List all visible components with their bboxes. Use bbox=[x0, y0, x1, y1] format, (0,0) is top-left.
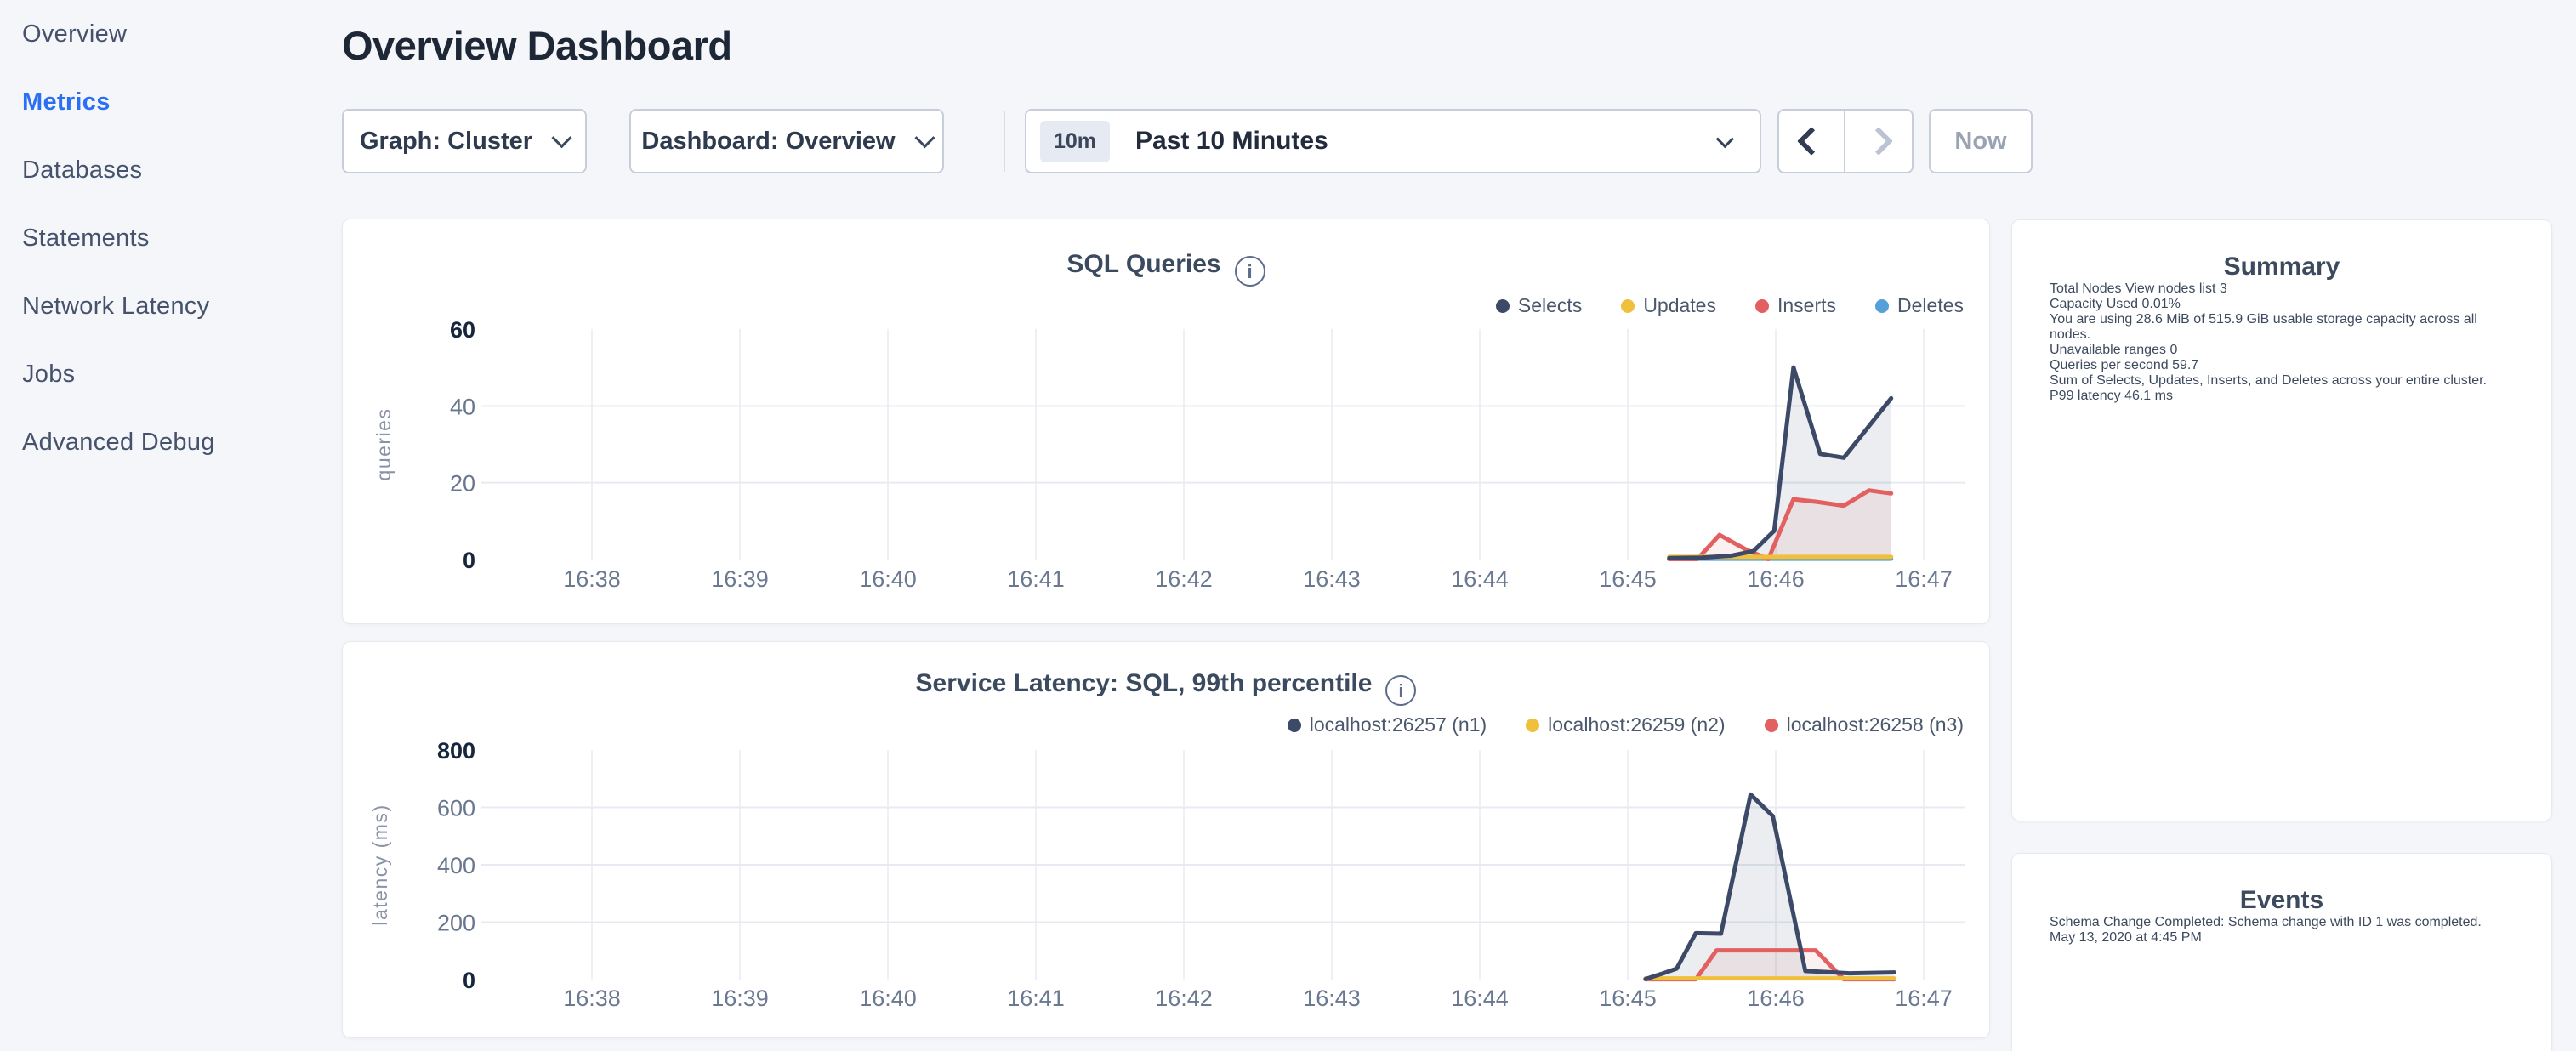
p99-latency-value: 46.1 ms bbox=[2124, 389, 2173, 403]
time-window-selector[interactable]: 10m Past 10 Minutes bbox=[1025, 109, 1761, 173]
toolbar-divider bbox=[1004, 111, 1005, 172]
svg-text:40: 40 bbox=[450, 394, 475, 419]
summary-panel: Summary Total Nodes View nodes list 3 Ca… bbox=[2011, 219, 2552, 821]
queries-per-second-description: Sum of Selects, Updates, Inserts, and De… bbox=[2050, 373, 2514, 389]
total-nodes-label: Total Nodes bbox=[2050, 281, 2122, 296]
svg-text:16:41: 16:41 bbox=[1007, 986, 1065, 1011]
svg-text:60: 60 bbox=[450, 317, 475, 343]
svg-text:queries: queries bbox=[372, 408, 395, 481]
graph-dropdown-label: Graph: Cluster bbox=[360, 128, 532, 156]
next-time-button[interactable] bbox=[1845, 111, 1912, 172]
summary-title: Summary bbox=[2050, 253, 2514, 281]
chevron-down-icon bbox=[1716, 130, 1734, 148]
time-window-badge: 10m bbox=[1040, 121, 1110, 162]
capacity-used-label: Capacity Used bbox=[2050, 297, 2138, 311]
view-nodes-list-link[interactable]: View nodes list bbox=[2125, 281, 2215, 296]
svg-text:16:43: 16:43 bbox=[1303, 566, 1361, 592]
time-step-buttons bbox=[1777, 109, 1914, 173]
summary-row-total-nodes: Total Nodes View nodes list 3 bbox=[2050, 281, 2514, 297]
svg-text:16:39: 16:39 bbox=[711, 986, 769, 1011]
summary-row-p99-latency: P99 latency 46.1 ms bbox=[2050, 389, 2514, 404]
summary-row-capacity-used: Capacity Used 0.01% bbox=[2050, 297, 2514, 312]
svg-text:16:42: 16:42 bbox=[1155, 566, 1213, 592]
svg-text:16:46: 16:46 bbox=[1747, 986, 1805, 1011]
svg-text:16:47: 16:47 bbox=[1895, 986, 1953, 1011]
svg-text:20: 20 bbox=[450, 471, 475, 497]
now-button[interactable]: Now bbox=[1929, 109, 2033, 173]
p99-latency-label: P99 latency bbox=[2050, 389, 2121, 403]
events-panel: Events Schema Change Completed: Schema c… bbox=[2011, 853, 2552, 1051]
svg-text:16:38: 16:38 bbox=[563, 986, 621, 1011]
event-message[interactable]: Schema Change Completed: Schema change w… bbox=[2050, 915, 2514, 930]
service-latency-chart-card: Service Latency: SQL, 99th percentilei l… bbox=[342, 641, 1990, 1038]
svg-text:16:47: 16:47 bbox=[1895, 566, 1953, 592]
svg-text:16:41: 16:41 bbox=[1007, 566, 1065, 592]
queries-per-second-label: Queries per second bbox=[2050, 358, 2169, 372]
time-window-label: Past 10 Minutes bbox=[1135, 127, 1716, 156]
events-title: Events bbox=[2050, 886, 2514, 915]
svg-text:16:39: 16:39 bbox=[711, 566, 769, 592]
svg-text:16:42: 16:42 bbox=[1155, 986, 1213, 1011]
capacity-used-value: 0.01% bbox=[2142, 297, 2181, 311]
sidebar: Overview Metrics Databases Statements Ne… bbox=[0, 0, 340, 476]
sidebar-item-statements[interactable]: Statements bbox=[0, 204, 340, 272]
svg-text:16:44: 16:44 bbox=[1451, 986, 1509, 1011]
service-latency-chart[interactable]: 16:38 16:39 16:40 16:41 16:42 16:43 16:44 16:45… bbox=[343, 642, 1991, 1039]
sql-queries-chart[interactable]: 16:38 16:39 16:40 16:41 16:42 16:43 16:44 16:45… bbox=[343, 219, 1991, 625]
svg-text:latency (ms): latency (ms) bbox=[369, 804, 391, 925]
summary-row-queries-per-second: Queries per second 59.7 bbox=[2050, 358, 2514, 373]
summary-row-unavailable-ranges: Unavailable ranges 0 bbox=[2050, 343, 2514, 358]
chevron-left-icon bbox=[1797, 127, 1826, 156]
unavailable-ranges-label: Unavailable ranges bbox=[2050, 343, 2166, 357]
svg-text:16:43: 16:43 bbox=[1303, 986, 1361, 1011]
sidebar-item-metrics[interactable]: Metrics bbox=[0, 68, 340, 136]
svg-text:400: 400 bbox=[437, 853, 475, 878]
total-nodes-value: 3 bbox=[2220, 281, 2227, 296]
sidebar-item-overview[interactable]: Overview bbox=[0, 0, 340, 68]
svg-text:16:46: 16:46 bbox=[1747, 566, 1805, 592]
graph-dropdown[interactable]: Graph: Cluster bbox=[342, 109, 587, 173]
dashboard-dropdown[interactable]: Dashboard: Overview bbox=[629, 109, 944, 173]
svg-text:16:45: 16:45 bbox=[1599, 986, 1657, 1011]
sidebar-item-jobs[interactable]: Jobs bbox=[0, 340, 340, 408]
svg-text:0: 0 bbox=[463, 968, 475, 993]
svg-text:600: 600 bbox=[437, 796, 475, 821]
sidebar-item-advanced-debug[interactable]: Advanced Debug bbox=[0, 408, 340, 476]
dashboard-dropdown-label: Dashboard: Overview bbox=[641, 128, 895, 156]
svg-text:16:40: 16:40 bbox=[859, 986, 917, 1011]
svg-text:800: 800 bbox=[437, 738, 475, 764]
svg-text:16:44: 16:44 bbox=[1451, 566, 1509, 592]
unavailable-ranges-value: 0 bbox=[2169, 343, 2177, 357]
sidebar-item-network-latency[interactable]: Network Latency bbox=[0, 272, 340, 340]
sidebar-item-databases[interactable]: Databases bbox=[0, 136, 340, 204]
event-timestamp: May 13, 2020 at 4:45 PM bbox=[2050, 930, 2514, 946]
chevron-down-icon bbox=[914, 128, 935, 148]
capacity-used-description: You are using 28.6 MiB of 515.9 GiB usab… bbox=[2050, 312, 2514, 343]
page-title: Overview Dashboard bbox=[342, 22, 732, 69]
svg-text:0: 0 bbox=[463, 548, 475, 573]
svg-text:200: 200 bbox=[437, 911, 475, 936]
svg-text:16:45: 16:45 bbox=[1599, 566, 1657, 592]
queries-per-second-value: 59.7 bbox=[2172, 358, 2198, 372]
chevron-right-icon bbox=[1864, 127, 1893, 156]
svg-text:16:40: 16:40 bbox=[859, 566, 917, 592]
sql-queries-chart-card: SQL Queriesi SelectsUpdatesInsertsDelete… bbox=[342, 219, 1990, 624]
previous-time-button[interactable] bbox=[1779, 111, 1845, 172]
svg-text:16:38: 16:38 bbox=[563, 566, 621, 592]
chevron-down-icon bbox=[551, 128, 571, 148]
